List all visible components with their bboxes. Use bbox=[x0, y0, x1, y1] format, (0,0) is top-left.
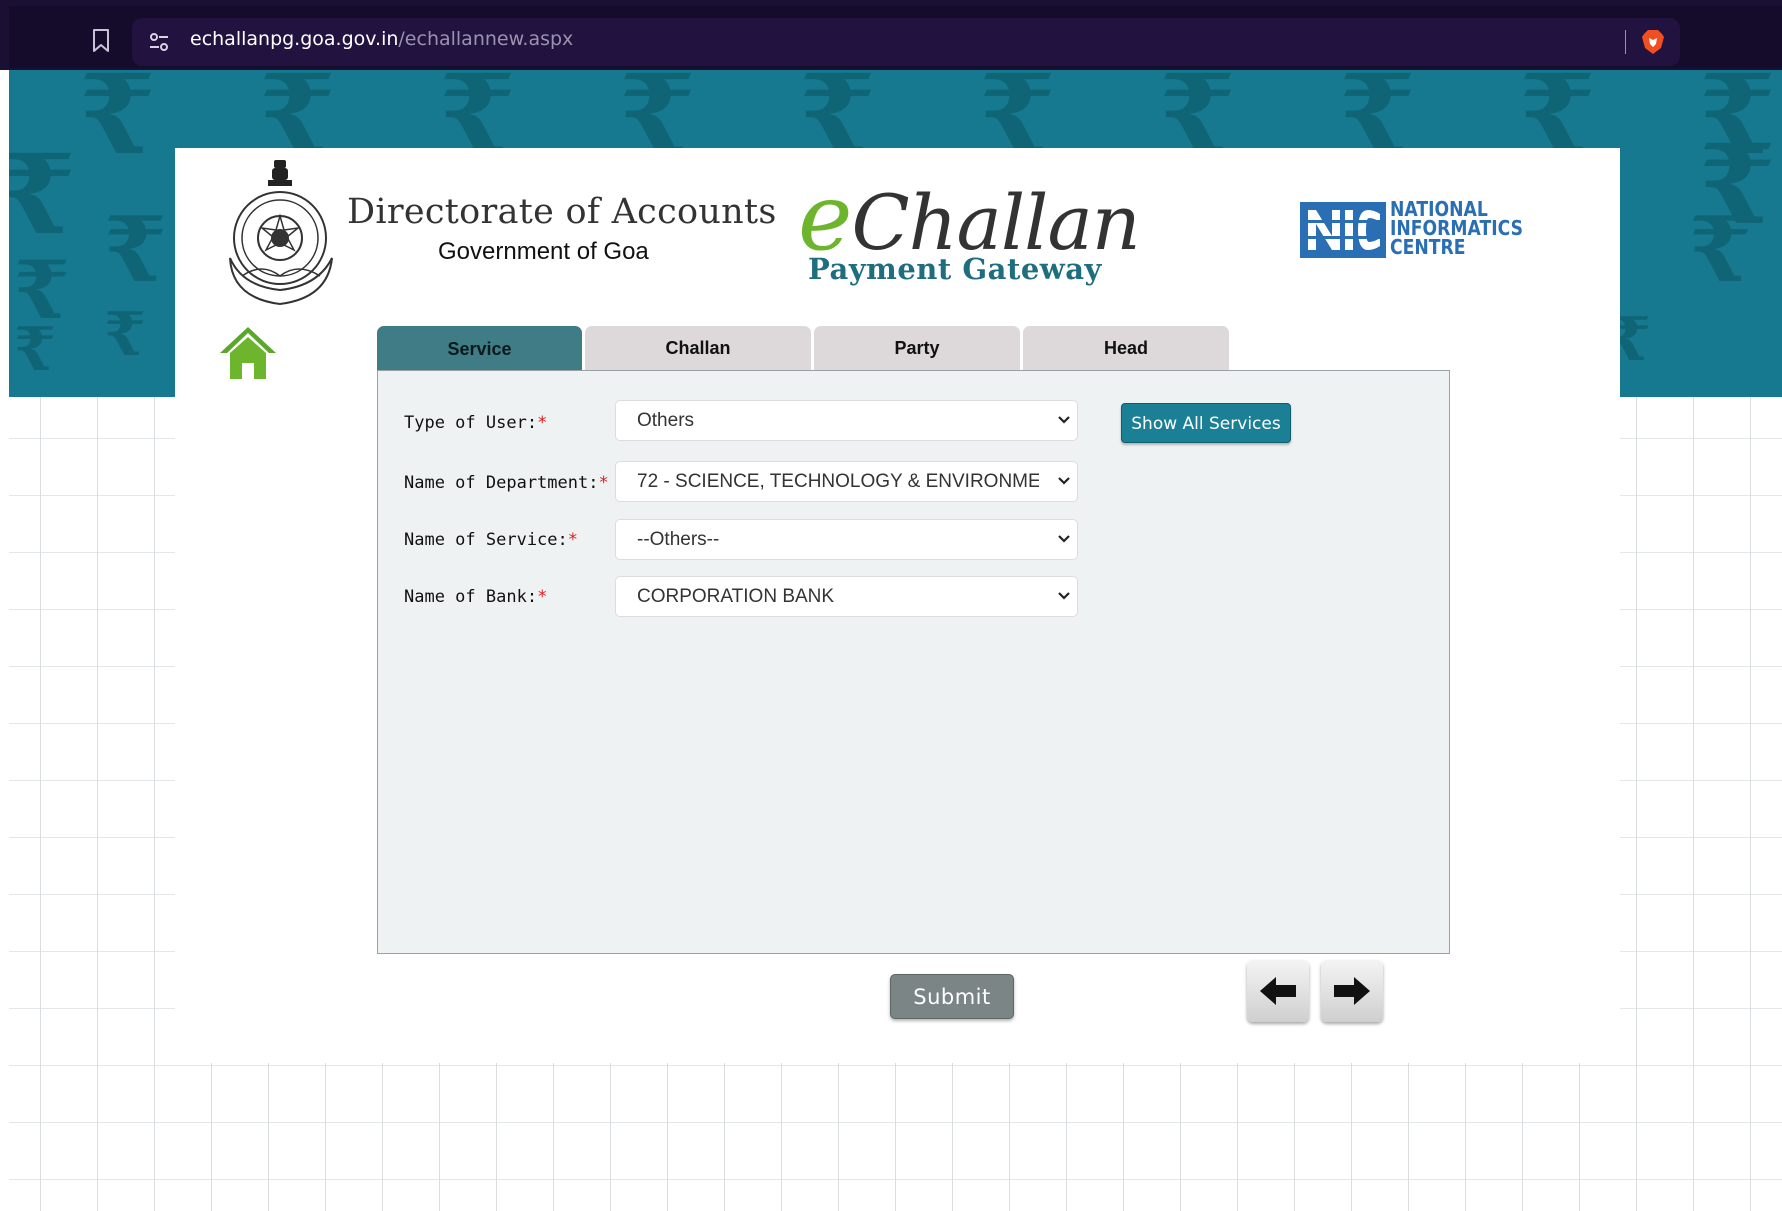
required-marker: * bbox=[598, 473, 609, 493]
service-label: Name of Service:* bbox=[404, 530, 579, 550]
department-select[interactable]: 72 - SCIENCE, TECHNOLOGY & ENVIRONMENT bbox=[615, 461, 1078, 502]
rupee-watermark-glyph: ₹ bbox=[79, 70, 156, 179]
goa-government-emblem bbox=[229, 160, 333, 306]
tab-service[interactable]: Service bbox=[377, 326, 582, 370]
rupee-watermark-glyph: ₹ bbox=[104, 300, 146, 370]
submit-button[interactable]: Submit bbox=[890, 974, 1014, 1019]
rupee-watermark-glyph: ₹ bbox=[1689, 197, 1752, 303]
rupee-watermark-glyph: ₹ bbox=[14, 315, 56, 385]
tab-challan[interactable]: Challan bbox=[585, 326, 811, 370]
forward-button[interactable] bbox=[1321, 960, 1383, 1022]
chevron-down-icon bbox=[1058, 477, 1070, 485]
url-text[interactable]: echallanpg.goa.gov.in/echallannew.aspx bbox=[190, 28, 573, 50]
nic-text-line3: CENTRE bbox=[1390, 235, 1466, 259]
directorate-title: Directorate of Accounts bbox=[347, 192, 777, 232]
tab-party[interactable]: Party bbox=[814, 326, 1020, 370]
type-of-user-label: Type of User:* bbox=[404, 413, 548, 433]
nic-name-text: NATIONAL INFORMATICS CENTRE bbox=[1390, 199, 1523, 259]
payment-gateway-subtitle: Payment Gateway bbox=[808, 252, 1102, 286]
bank-select[interactable]: CORPORATION BANK bbox=[615, 576, 1078, 617]
show-all-services-button[interactable]: Show All Services bbox=[1121, 403, 1291, 443]
back-button[interactable] bbox=[1247, 960, 1309, 1022]
home-icon[interactable] bbox=[218, 325, 278, 381]
government-subtitle: Government of Goa bbox=[438, 238, 649, 265]
chevron-down-icon bbox=[1058, 416, 1070, 424]
chevron-down-icon bbox=[1058, 592, 1070, 600]
arrow-left-icon bbox=[1260, 977, 1296, 1005]
site-settings-icon[interactable] bbox=[148, 31, 170, 53]
service-form-panel bbox=[377, 370, 1450, 954]
url-host: echallanpg.goa.gov.in bbox=[190, 28, 399, 50]
rupee-watermark-glyph: ₹ bbox=[9, 130, 76, 259]
department-label: Name of Department:* bbox=[404, 473, 609, 493]
type-of-user-select[interactable]: Others bbox=[615, 400, 1078, 441]
toolbar-divider bbox=[1625, 30, 1626, 54]
bank-label: Name of Bank:* bbox=[404, 587, 548, 607]
required-marker: * bbox=[567, 530, 579, 550]
brave-lion-icon[interactable] bbox=[1640, 28, 1666, 56]
required-marker: * bbox=[537, 413, 548, 433]
bank-value: CORPORATION BANK bbox=[637, 586, 835, 607]
bookmark-icon[interactable] bbox=[90, 28, 112, 54]
service-select[interactable]: --Others-- bbox=[615, 519, 1078, 560]
type-of-user-value: Others bbox=[637, 410, 695, 431]
tab-head[interactable]: Head bbox=[1023, 326, 1229, 370]
service-value: --Others-- bbox=[637, 529, 720, 550]
arrow-right-icon bbox=[1334, 977, 1370, 1005]
required-marker: * bbox=[537, 587, 548, 607]
department-value: 72 - SCIENCE, TECHNOLOGY & ENVIRONMENT bbox=[637, 471, 1039, 492]
chevron-down-icon bbox=[1058, 535, 1070, 543]
rupee-watermark-glyph: ₹ bbox=[104, 197, 167, 303]
url-path: /echallannew.aspx bbox=[398, 28, 574, 50]
nic-logo-icon bbox=[1300, 202, 1386, 258]
